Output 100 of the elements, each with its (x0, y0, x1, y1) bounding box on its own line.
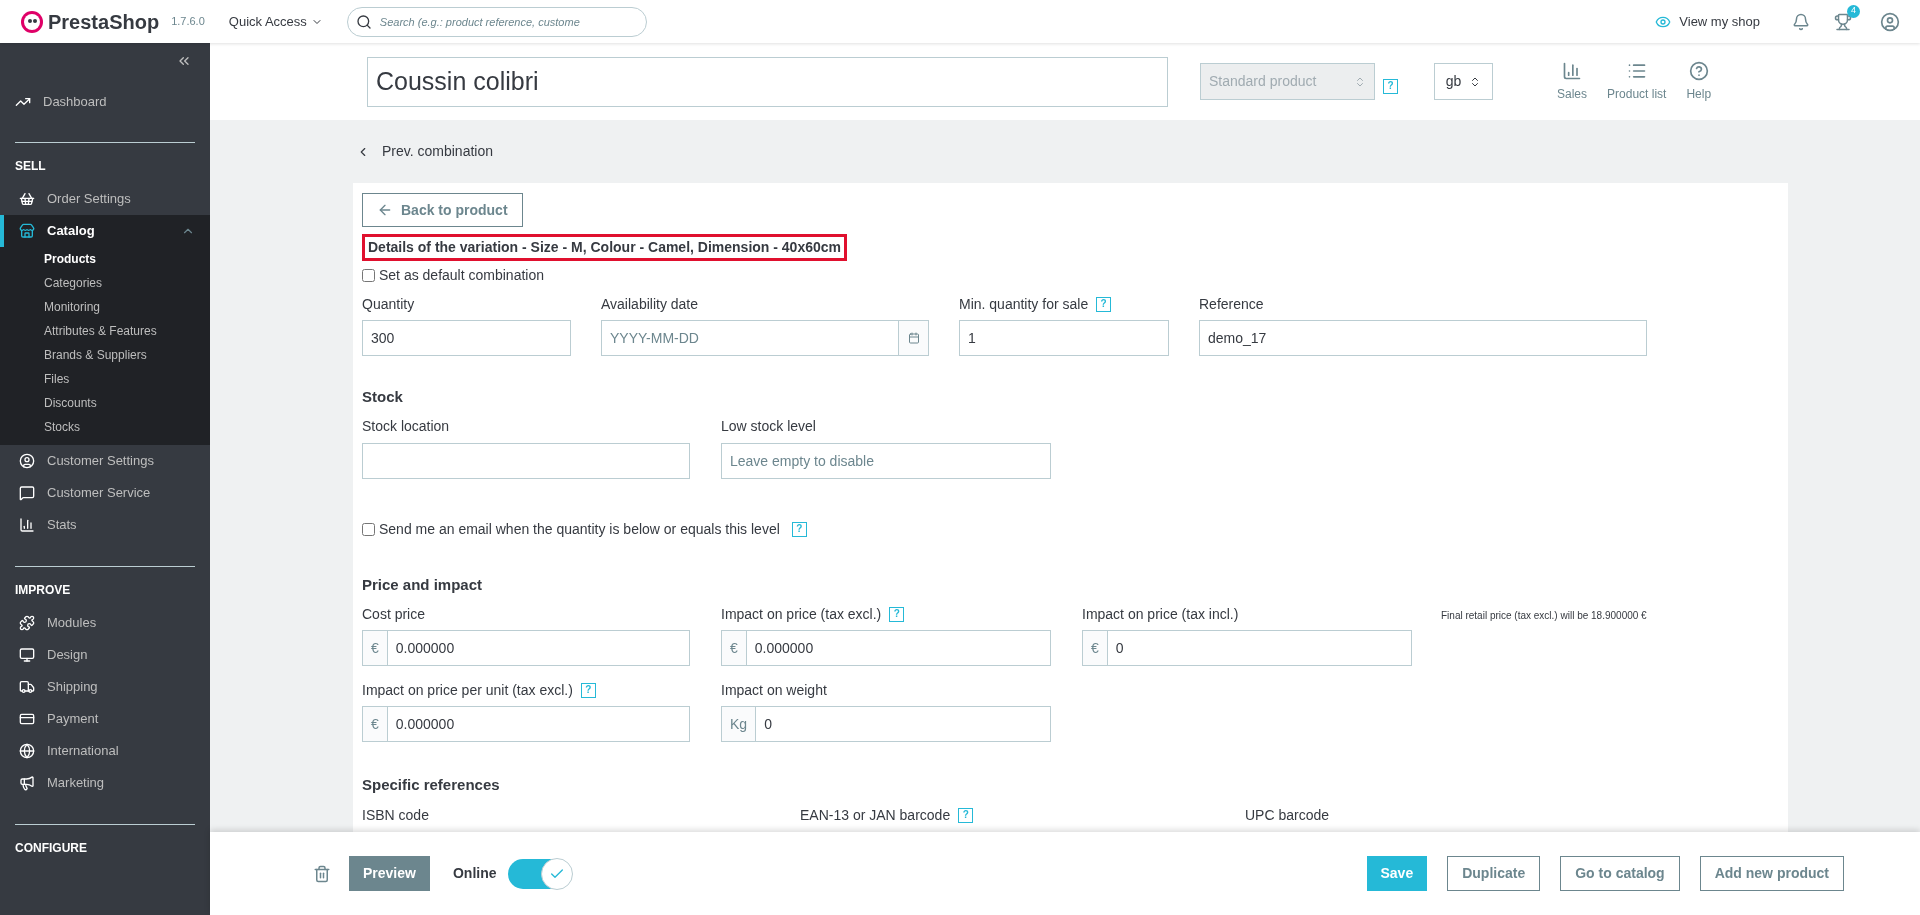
input-field[interactable]: demo_17 (1199, 320, 1647, 356)
checkbox-label: Send me an email when the quantity is below or equals this level (379, 519, 780, 539)
view-shop-link[interactable]: View my shop (1655, 11, 1760, 32)
price-note: Final retail price (tax excl.) will be 18.900000 € (1441, 609, 1647, 623)
submenu-item[interactable]: Brands & Suppliers (0, 343, 210, 367)
unit-addon: € (1082, 630, 1108, 666)
field-label: UPC barcode (1245, 805, 1330, 825)
section-title: Specific references (362, 775, 501, 795)
basket-icon (19, 191, 35, 207)
section-title: Price and impact (362, 574, 484, 595)
back-button[interactable]: Back to product (362, 193, 523, 227)
megaphone-icon (19, 775, 35, 791)
submenu-item[interactable]: Files (0, 367, 210, 391)
nav-item[interactable]: Customer Service (0, 477, 210, 509)
section-heading: CONFIGURE (14, 840, 88, 857)
toolbar-button[interactable]: Sales (1553, 60, 1592, 103)
input-field[interactable]: 0.000000 (387, 706, 690, 742)
field-label: Impact on price (tax excl.) (721, 604, 882, 624)
monitor-icon (19, 647, 35, 663)
version-label: 1.7.6.0 (171, 14, 205, 30)
submenu-item[interactable]: Monitoring (0, 295, 210, 319)
input-field[interactable]: 300 (362, 320, 571, 356)
preview-button[interactable]: Preview (349, 856, 430, 891)
help-icon (1688, 60, 1709, 81)
calendar-button[interactable] (899, 320, 929, 356)
bell-icon[interactable] (1792, 12, 1810, 31)
checkbox[interactable] (362, 522, 375, 536)
nav-item[interactable]: Payment (0, 703, 210, 735)
footer-button[interactable]: Duplicate (1447, 856, 1541, 891)
checkbox[interactable] (362, 269, 375, 282)
section-title: Stock (362, 387, 404, 407)
truck-icon (19, 679, 35, 695)
puzzle-icon (19, 615, 35, 631)
language-select[interactable]: gb (1434, 63, 1493, 100)
chart-icon (19, 517, 35, 533)
unit-addon: € (362, 630, 388, 666)
toolbar-button[interactable]: Help (1682, 60, 1716, 103)
nav-item[interactable]: Shipping (0, 671, 210, 703)
section-heading: IMPROVE (14, 582, 72, 599)
product-type-select: Standard product (1200, 63, 1375, 100)
field-label: Quantity (362, 294, 415, 314)
logo-icon (20, 9, 44, 34)
prev-combination-link[interactable]: Prev. combination (353, 120, 493, 183)
user-icon[interactable] (1880, 11, 1900, 32)
nav-item[interactable]: Marketing (0, 767, 210, 799)
chat-icon (19, 485, 35, 501)
submenu-item[interactable]: Discounts (0, 391, 210, 415)
nav-item[interactable]: Order Settings (0, 183, 210, 215)
globe-icon (19, 743, 35, 759)
search-field[interactable]: Search (e.g.: product reference, custome (346, 6, 647, 37)
field-label: ISBN code (362, 805, 429, 825)
nav-item[interactable]: Design (0, 639, 210, 671)
field-label: Reference (1199, 294, 1264, 314)
variation-title: Details of the variation - Size - M, Colour - Camel, Dimension - 40x60cm (362, 234, 847, 261)
store-icon (19, 223, 35, 239)
input-field[interactable]: 0.000000 (746, 630, 1051, 666)
delete-icon[interactable] (313, 864, 331, 883)
checkbox-label: Set as default combination (379, 266, 544, 285)
caret-icon (1354, 75, 1366, 88)
field-label: Availability date (601, 294, 699, 314)
online-switch[interactable] (507, 858, 572, 889)
logo-text: PrestaShop (48, 9, 160, 35)
submenu-item[interactable]: Stocks (0, 415, 210, 439)
footer-button[interactable]: Add new product (1699, 856, 1844, 891)
search-icon (355, 13, 372, 30)
date-field[interactable]: YYYY-MM-DD (601, 320, 899, 356)
input-field[interactable]: 0 (756, 706, 1051, 742)
field-label: Stock location (362, 417, 450, 436)
nav-item[interactable]: Customer Settings (0, 445, 210, 477)
input-field[interactable]: 0.000000 (387, 630, 690, 666)
submenu-item[interactable]: Products (0, 247, 210, 271)
toolbar-button[interactable]: Product list (1603, 60, 1671, 103)
field-label: EAN-13 or JAN barcode (800, 805, 951, 825)
field-label: Impact on weight (721, 680, 827, 700)
notification-badge: 4 (1847, 4, 1860, 18)
input-field[interactable] (362, 442, 690, 479)
field-label: Low stock level (721, 417, 816, 436)
arrow-left-icon (377, 202, 393, 218)
unit-addon: Kg (721, 706, 757, 742)
footer-button[interactable]: Go to catalog (1560, 856, 1680, 891)
chart-icon (1562, 60, 1582, 81)
submenu-item[interactable]: Attributes & Features (0, 319, 210, 343)
credit-card-icon (19, 711, 35, 727)
product-name-field[interactable]: Coussin colibri (367, 56, 1168, 107)
field-label: Min. quantity for sale (959, 294, 1089, 314)
nav-item[interactable]: Dashboard (0, 87, 210, 117)
submenu-item[interactable]: Categories (0, 271, 210, 295)
nav-item[interactable]: Modules (0, 607, 210, 639)
nav-item[interactable]: Stats (0, 509, 210, 541)
input-field[interactable]: Leave empty to disable (721, 442, 1051, 479)
quick-access-menu[interactable]: Quick Access (228, 11, 323, 32)
input-field[interactable]: 0 (1107, 630, 1412, 666)
field-label: Cost price (362, 604, 426, 624)
user-icon (19, 453, 35, 469)
nav-item[interactable]: International (0, 735, 210, 767)
input-field[interactable]: 1 (959, 320, 1169, 356)
field-label: Impact on price per unit (tax excl.) (362, 680, 573, 700)
unit-addon: € (721, 630, 747, 666)
field-label: Impact on price (tax incl.) (1082, 604, 1239, 624)
unit-addon: € (362, 706, 388, 742)
